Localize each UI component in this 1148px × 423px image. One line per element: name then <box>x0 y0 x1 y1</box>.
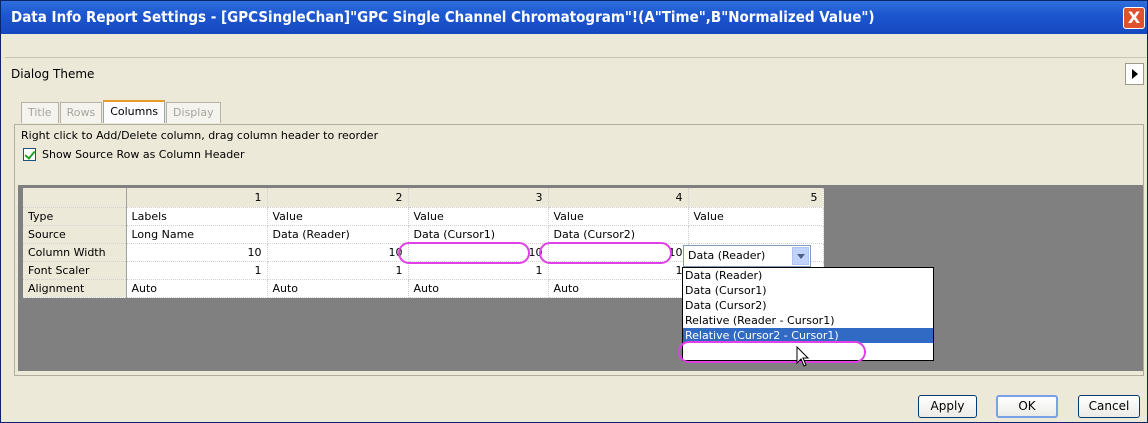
row-label: Source <box>23 225 127 244</box>
tab-rows[interactable]: Rows <box>59 102 103 123</box>
window-title: Data Info Report Settings - [GPCSingleCh… <box>11 8 875 26</box>
grid-cell[interactable]: Auto <box>548 279 689 298</box>
dialog-window: Data Info Report Settings - [GPCSingleCh… <box>0 0 1148 423</box>
column-header[interactable]: 1 <box>126 188 268 208</box>
tab-display[interactable]: Display <box>166 102 221 123</box>
dropdown-option[interactable]: Data (Cursor1) <box>683 283 933 298</box>
source-dropdown-value: Data (Reader) <box>688 249 766 262</box>
column-header[interactable]: 2 <box>267 188 409 208</box>
show-source-row-checkbox[interactable]: Show Source Row as Column Header <box>23 148 244 161</box>
grid-cell[interactable]: Value <box>688 207 824 226</box>
grid-cell[interactable]: Auto <box>267 279 409 298</box>
column-header[interactable]: 3 <box>408 188 549 208</box>
grid-cell[interactable]: 1 <box>126 261 268 280</box>
title-bar[interactable]: Data Info Report Settings - [GPCSingleCh… <box>1 1 1147 34</box>
dropdown-option[interactable]: Relative (Reader - Cursor1) <box>683 313 933 328</box>
dropdown-option[interactable]: Data (Cursor2) <box>683 298 933 313</box>
close-button[interactable]: X <box>1123 7 1145 29</box>
row-label: Type <box>23 207 127 226</box>
grid-cell[interactable]: Auto <box>126 279 268 298</box>
grid-cell[interactable]: Value <box>548 207 689 226</box>
grid-cell[interactable]: Value <box>267 207 409 226</box>
dropdown-option[interactable]: Data (Reader) <box>683 268 933 283</box>
highlight-oval-relative <box>678 341 866 363</box>
grid-cell[interactable]: Long Name <box>126 225 268 244</box>
grid-header-row: 1 2 3 4 5 <box>23 188 824 208</box>
grid-cell[interactable]: 10 <box>267 243 409 262</box>
column-header[interactable]: 4 <box>548 188 689 208</box>
grid-cell[interactable] <box>688 225 824 244</box>
apply-button[interactable]: Apply <box>918 395 977 418</box>
mouse-pointer-icon <box>796 346 810 367</box>
grid-cell[interactable]: Auto <box>408 279 549 298</box>
theme-arrow-button[interactable] <box>1125 63 1144 85</box>
column-header[interactable]: 5 <box>688 188 824 208</box>
chevron-down-icon[interactable] <box>792 247 809 265</box>
cancel-button[interactable]: Cancel <box>1078 395 1140 418</box>
tab-strip: Title Rows Columns Display <box>21 100 222 124</box>
grid-cell[interactable]: Value <box>408 207 549 226</box>
row-label: Alignment <box>23 279 127 298</box>
instruction-text: Right click to Add/Delete column, drag c… <box>21 129 379 142</box>
highlight-oval-cursor1 <box>398 242 530 264</box>
highlight-oval-cursor2 <box>539 242 672 264</box>
grid-cell[interactable]: Data (Reader) <box>267 225 409 244</box>
grid-cell[interactable]: 1 <box>267 261 409 280</box>
row-label: Font Scaler <box>23 261 127 280</box>
grid-row-source: Source Long Name Data (Reader) Data (Cur… <box>23 225 824 244</box>
ok-button[interactable]: OK <box>996 395 1058 418</box>
grid-row-type: Type Labels Value Value Value Value <box>23 207 824 226</box>
source-dropdown[interactable]: Data (Reader) <box>683 245 811 267</box>
grid-cell[interactable]: 10 <box>126 243 268 262</box>
row-label: Column Width <box>23 243 127 262</box>
checkbox-label: Show Source Row as Column Header <box>42 148 245 161</box>
dialog-theme-label: Dialog Theme <box>11 67 95 81</box>
grid-cell[interactable]: Data (Cursor1) <box>408 225 549 244</box>
grid-cell[interactable]: Labels <box>126 207 268 226</box>
grid-cell[interactable]: Data (Cursor2) <box>548 225 689 244</box>
checkbox-checked-icon[interactable] <box>23 148 36 161</box>
theme-divider <box>5 57 1146 58</box>
tab-title[interactable]: Title <box>21 102 59 123</box>
grid-corner <box>23 188 127 208</box>
tab-columns[interactable]: Columns <box>103 100 166 123</box>
